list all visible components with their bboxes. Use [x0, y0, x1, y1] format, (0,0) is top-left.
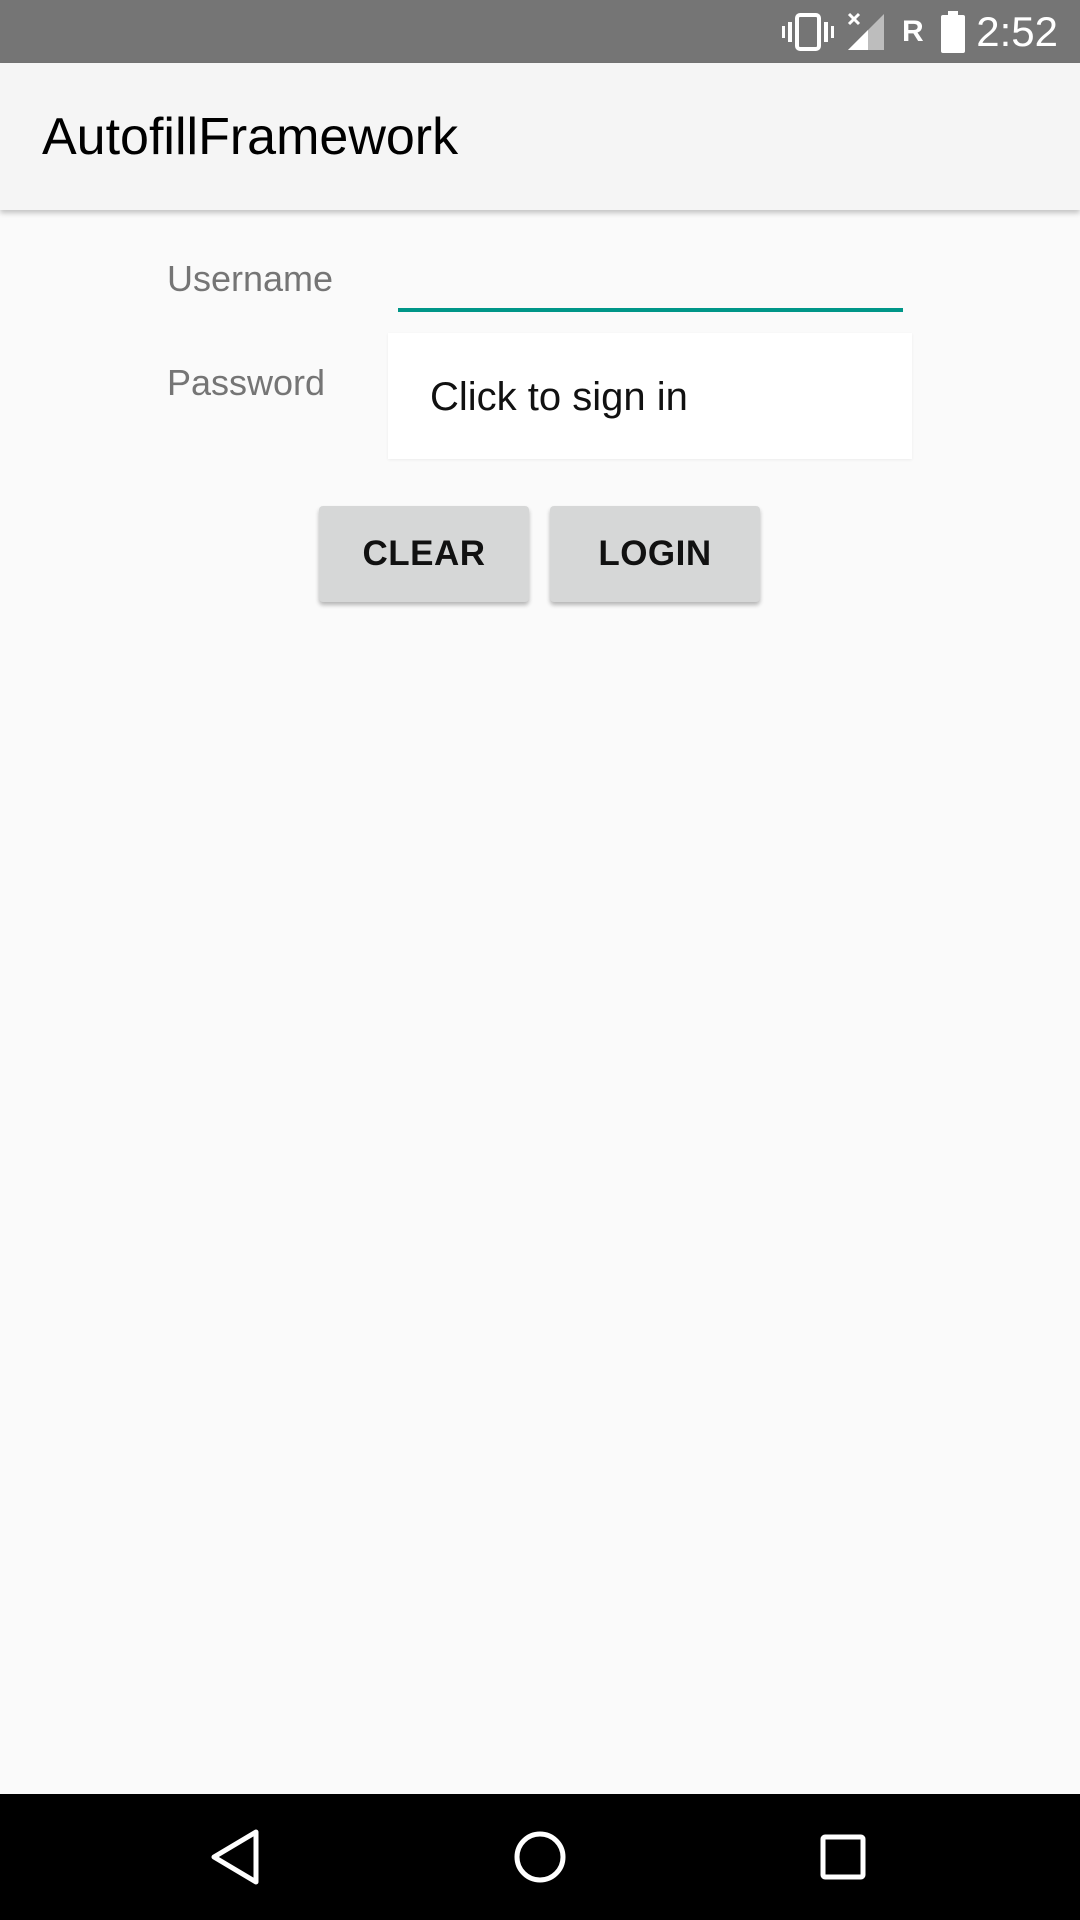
- navigation-bar: [0, 1794, 1080, 1920]
- app-bar: AutofillFramework: [0, 63, 1080, 210]
- login-button[interactable]: LOGIN: [550, 506, 760, 602]
- status-time: 2:52: [976, 8, 1058, 55]
- clear-button[interactable]: CLEAR: [319, 506, 529, 602]
- username-label: Username: [167, 258, 334, 299]
- back-icon[interactable]: [200, 1822, 270, 1892]
- autofill-suggestion-label: Click to sign in: [430, 375, 688, 419]
- status-bar: R 2:52: [0, 0, 1080, 63]
- signal-no-data-icon: [847, 12, 884, 50]
- autofill-suggestion[interactable]: Click to sign in: [388, 333, 912, 459]
- battery-icon: [941, 11, 965, 53]
- vibrate-icon: [782, 13, 834, 51]
- recents-icon[interactable]: [808, 1822, 878, 1892]
- roaming-indicator: R: [902, 15, 924, 48]
- app-title: AutofillFramework: [42, 108, 459, 166]
- password-label: Password: [167, 362, 326, 403]
- screen: R 2:52 AutofillFramework Username Passwo…: [0, 0, 1080, 1920]
- home-icon[interactable]: [505, 1822, 575, 1892]
- username-input[interactable]: [398, 250, 903, 312]
